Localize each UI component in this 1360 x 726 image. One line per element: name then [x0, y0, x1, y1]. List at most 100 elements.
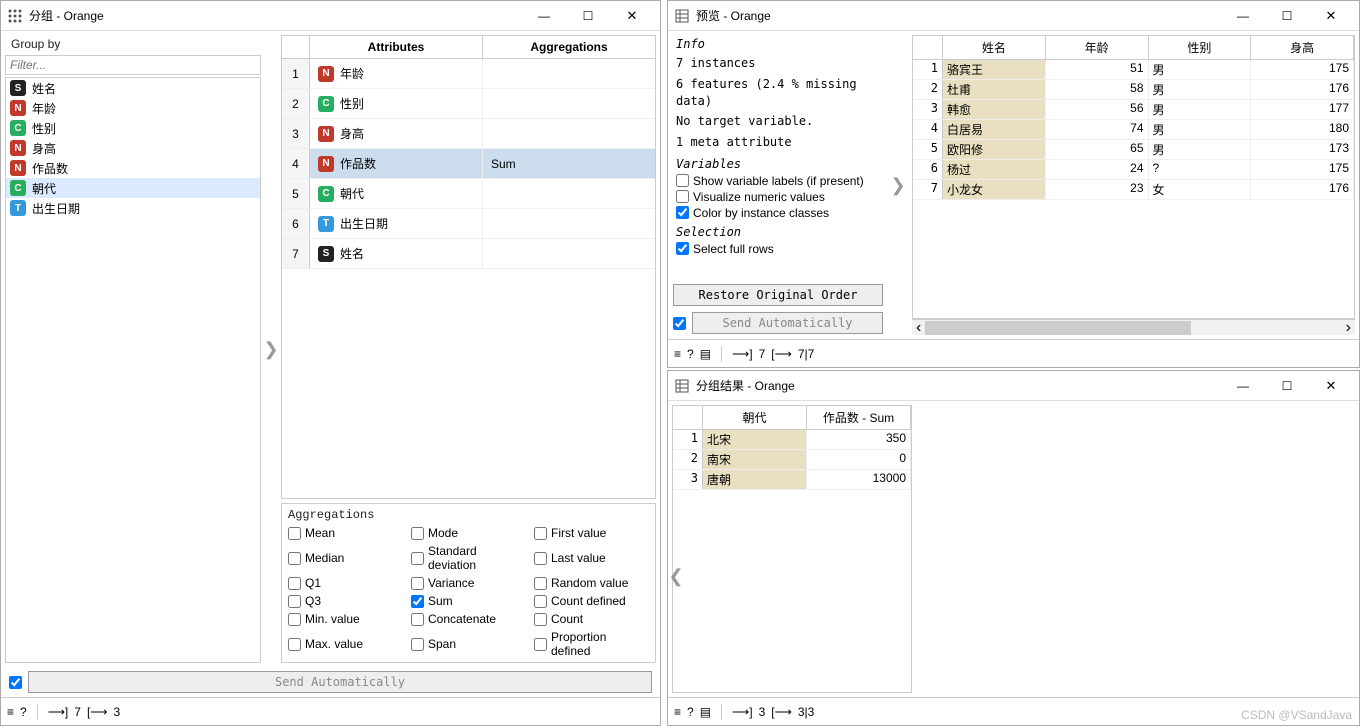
var-row[interactable]: T出生日期 — [6, 198, 260, 218]
agg-checkbox[interactable]: Count defined — [534, 594, 649, 608]
col-header[interactable]: 性别 — [1149, 36, 1252, 59]
var-row[interactable]: S姓名 — [6, 78, 260, 98]
agg-checkbox[interactable]: Q1 — [288, 576, 403, 590]
agg-checkbox[interactable]: Max. value — [288, 630, 403, 658]
result-titlebar: 分组结果 - Orange — [668, 371, 1359, 401]
agg-checkbox[interactable]: Variance — [411, 576, 526, 590]
menu-icon[interactable]: ≡ — [7, 705, 14, 719]
table-row[interactable]: 2 杜甫 58 男 176 — [913, 80, 1354, 100]
row-index: 2 — [282, 89, 310, 118]
cb-select-full[interactable]: Select full rows — [670, 241, 886, 257]
table-row[interactable]: 5 欧阳修 65 男 173 — [913, 140, 1354, 160]
var-row[interactable]: N年龄 — [6, 98, 260, 118]
agg-checkbox[interactable]: Median — [288, 544, 403, 572]
agg-checkbox[interactable]: First value — [534, 526, 649, 540]
col-header[interactable]: 身高 — [1251, 36, 1354, 59]
menu-icon[interactable]: ≡ — [674, 347, 681, 361]
attr-row[interactable]: 7 S姓名 — [282, 239, 655, 269]
status-out: 7|7 — [798, 347, 814, 361]
type-badge-icon: N — [10, 100, 26, 116]
var-row[interactable]: N身高 — [6, 138, 260, 158]
agg-checkbox[interactable]: Sum — [411, 594, 526, 608]
agg-checkbox[interactable]: Last value — [534, 544, 649, 572]
send-auto-checkbox[interactable] — [673, 317, 686, 330]
agg-checkbox[interactable]: Random value — [534, 576, 649, 590]
close-button[interactable] — [1309, 2, 1353, 30]
attr-row[interactable]: 4 N作品数 Sum — [282, 149, 655, 179]
info-label: Info — [670, 33, 886, 53]
send-auto-button[interactable]: Send Automatically — [28, 671, 652, 693]
arrow-left-icon: ❮ — [666, 566, 686, 587]
cb-visualize[interactable]: Visualize numeric values — [670, 189, 886, 205]
table-row[interactable]: 6 杨过 24 ? 175 — [913, 160, 1354, 180]
agg-checkbox[interactable]: Mean — [288, 526, 403, 540]
table-row[interactable]: 3 韩愈 56 男 177 — [913, 100, 1354, 120]
agg-checkbox[interactable]: Count — [534, 612, 649, 626]
groupby-label: Group by — [5, 35, 261, 53]
col-header[interactable]: 年龄 — [1046, 36, 1149, 59]
result-data-table[interactable]: 朝代作品数 - Sum 1 北宋 3502 南宋 03 唐朝 13000 — [672, 405, 912, 693]
cb-show-labels[interactable]: Show variable labels (if present) — [670, 173, 886, 189]
doc-icon[interactable]: ▤ — [700, 705, 711, 719]
attr-name: 年龄 — [340, 65, 364, 82]
max-button[interactable] — [566, 2, 610, 30]
col-header[interactable]: 朝代 — [703, 406, 807, 429]
col-header[interactable]: 姓名 — [943, 36, 1046, 59]
var-name: 朝代 — [32, 180, 56, 197]
close-button[interactable] — [610, 2, 654, 30]
min-button[interactable] — [1221, 2, 1265, 30]
table-row[interactable]: 4 白居易 74 男 180 — [913, 120, 1354, 140]
var-row[interactable]: N作品数 — [6, 158, 260, 178]
type-badge-icon: T — [10, 200, 26, 216]
table-row[interactable]: 3 唐朝 13000 — [673, 470, 911, 490]
type-badge-icon: S — [10, 80, 26, 96]
table-row[interactable]: 2 南宋 0 — [673, 450, 911, 470]
agg-checkbox[interactable]: Proportion defined — [534, 630, 649, 658]
in-icon: ⟶] — [732, 705, 753, 719]
attr-row[interactable]: 2 C性别 — [282, 89, 655, 119]
filter-input[interactable] — [5, 55, 261, 75]
send-auto-checkbox[interactable] — [9, 676, 22, 689]
type-badge-icon: N — [318, 156, 334, 172]
col-header[interactable]: 作品数 - Sum — [807, 406, 911, 429]
table-icon — [674, 378, 690, 394]
max-button[interactable] — [1265, 372, 1309, 400]
agg-checkbox[interactable]: Span — [411, 630, 526, 658]
restore-order-button[interactable]: Restore Original Order — [673, 284, 883, 306]
h-scrollbar[interactable]: ‹ › — [912, 319, 1355, 335]
preview-data-table[interactable]: 姓名年龄性别身高 1 骆宾王 51 男 1752 杜甫 58 男 1763 韩愈… — [912, 35, 1355, 319]
var-row[interactable]: C性别 — [6, 118, 260, 138]
table-row[interactable]: 7 小龙女 23 女 176 — [913, 180, 1354, 200]
table-icon — [674, 8, 690, 24]
table-row[interactable]: 1 骆宾王 51 男 175 — [913, 60, 1354, 80]
attr-row[interactable]: 5 C朝代 — [282, 179, 655, 209]
help-icon[interactable]: ? — [20, 705, 27, 719]
agg-checkbox[interactable]: Standard deviation — [411, 544, 526, 572]
min-button[interactable] — [1221, 372, 1265, 400]
agg-checkbox[interactable]: Mode — [411, 526, 526, 540]
attr-row[interactable]: 3 N身高 — [282, 119, 655, 149]
attribute-table[interactable]: Attributes Aggregations 1 N年龄 2 C性别 3 N身… — [281, 35, 656, 499]
attr-row[interactable]: 1 N年龄 — [282, 59, 655, 89]
aggregations-panel: Aggregations Mean Mode First value Median St… — [281, 503, 656, 663]
aggregations-label: Aggregations — [288, 508, 649, 526]
help-icon[interactable]: ? — [687, 705, 694, 719]
min-button[interactable] — [522, 2, 566, 30]
close-button[interactable] — [1309, 372, 1353, 400]
send-auto-button[interactable]: Send Automatically — [692, 312, 883, 334]
doc-icon[interactable]: ▤ — [700, 347, 711, 361]
preview-statusbar: ≡ ? ▤ ⟶] 7 [⟶ 7|7 — [668, 339, 1359, 367]
agg-checkbox[interactable]: Q3 — [288, 594, 403, 608]
help-icon[interactable]: ? — [687, 347, 694, 361]
table-row[interactable]: 1 北宋 350 — [673, 430, 911, 450]
attr-row[interactable]: 6 T出生日期 — [282, 209, 655, 239]
var-row[interactable]: C朝代 — [6, 178, 260, 198]
cb-color[interactable]: Color by instance classes — [670, 205, 886, 221]
variable-list[interactable]: S姓名N年龄C性别N身高N作品数C朝代T出生日期 — [5, 77, 261, 663]
row-index: 1 — [282, 59, 310, 88]
agg-checkbox[interactable]: Concatenate — [411, 612, 526, 626]
col-aggregations: Aggregations — [483, 36, 655, 58]
menu-icon[interactable]: ≡ — [674, 705, 681, 719]
agg-checkbox[interactable]: Min. value — [288, 612, 403, 626]
max-button[interactable] — [1265, 2, 1309, 30]
